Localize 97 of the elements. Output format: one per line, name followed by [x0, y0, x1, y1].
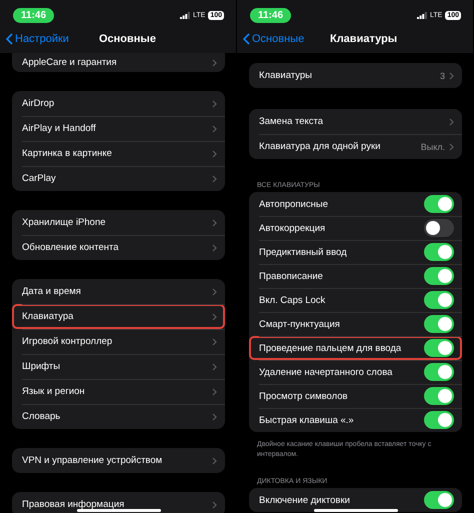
row-label: Клавиатура для одной руки: [259, 141, 380, 152]
row-label: Проведение пальцем для ввода: [259, 342, 402, 354]
chevron-icon: [212, 338, 217, 346]
toggle-switch[interactable]: [424, 291, 454, 309]
settings-row[interactable]: Шрифты: [12, 354, 225, 379]
row-label: Язык и регион: [22, 386, 85, 397]
settings-row[interactable]: CarPlay: [12, 166, 225, 191]
chevron-icon: [212, 124, 217, 132]
row-label: Обновление контента: [22, 242, 119, 253]
chevron-icon: [212, 362, 217, 370]
chevron-icon: [212, 288, 217, 296]
status-time: 11:46: [13, 8, 54, 22]
settings-row[interactable]: VPN и управление устройством: [12, 448, 225, 473]
settings-row[interactable]: Клавиатура для одной руки Выкл.: [249, 134, 462, 159]
settings-row[interactable]: Словарь: [12, 404, 225, 429]
signal-icon: [180, 12, 190, 18]
signal-icon: [416, 12, 427, 18]
settings-row[interactable]: Дата и время: [12, 279, 225, 304]
row-label: Автокоррекция: [259, 222, 326, 234]
screen-title: Основные: [98, 32, 156, 44]
row-label: Дата и время: [22, 286, 81, 297]
chevron-icon: [212, 456, 217, 464]
settings-row[interactable]: Хранилище iPhone: [12, 210, 225, 235]
row-label: Хранилище iPhone: [22, 217, 106, 228]
settings-row[interactable]: Вкл. Caps Lock: [249, 288, 462, 312]
toggle-switch[interactable]: [424, 491, 454, 509]
back-chevron-icon: [243, 32, 250, 44]
toggle-switch[interactable]: [424, 363, 454, 381]
row-label: Шрифты: [22, 361, 60, 372]
row-label: VPN и управление устройством: [22, 455, 162, 466]
settings-row[interactable]: Правописание: [249, 264, 462, 288]
chevron-icon: [212, 388, 217, 396]
toggle-switch[interactable]: [424, 219, 454, 237]
settings-row[interactable]: Смарт-пунктуация: [249, 312, 462, 336]
row-value: Выкл.: [420, 142, 445, 152]
settings-row[interactable]: Правовая информация: [12, 492, 225, 513]
row-label: Словарь: [22, 411, 60, 422]
row-value: 3: [440, 70, 445, 80]
toggle-switch[interactable]: [424, 315, 454, 333]
row-label: Включение диктовки: [259, 494, 350, 506]
row-label: Правописание: [259, 270, 323, 282]
highlighted-settings-row[interactable]: Проведение пальцем для ввода: [249, 336, 462, 360]
settings-row[interactable]: Язык и регион: [12, 379, 225, 404]
row-label: Замена текста: [259, 116, 324, 127]
status-time: 11:46: [250, 8, 292, 22]
settings-row[interactable]: Игровой контроллер: [12, 329, 225, 354]
settings-row[interactable]: AirDrop: [12, 91, 225, 116]
row-label: Быстрая клавиша «.»: [259, 414, 354, 426]
row-label: AirPlay и Handoff: [22, 123, 96, 134]
row-label: CarPlay: [22, 173, 56, 184]
row-label: AirDrop: [22, 98, 54, 109]
row-label: Правовая информация: [22, 499, 124, 510]
settings-row[interactable]: Автокоррекция: [249, 216, 462, 240]
row-label: Автопрописные: [259, 198, 328, 210]
row-label: AppleCare и гарантия: [22, 57, 117, 68]
settings-row[interactable]: Замена текста: [249, 109, 462, 134]
chevron-icon: [449, 72, 454, 80]
toggle-switch[interactable]: [424, 267, 454, 285]
chevron-icon: [212, 500, 217, 508]
settings-row[interactable]: Просмотр символов: [249, 384, 462, 408]
settings-row[interactable]: Включение диктовки: [249, 488, 462, 512]
chevron-icon: [212, 218, 217, 226]
chevron-icon: [212, 174, 217, 182]
toggle-switch[interactable]: [424, 387, 454, 405]
chevron-icon: [212, 412, 217, 420]
settings-row[interactable]: Клавиатуры 3: [249, 63, 462, 88]
settings-row[interactable]: Предиктивный ввод: [249, 240, 462, 264]
settings-row[interactable]: Обновление контента: [12, 235, 225, 260]
settings-row[interactable]: Быстрая клавиша «.»: [249, 408, 462, 432]
settings-row[interactable]: Автопрописные: [249, 192, 462, 216]
chevron-icon: [212, 312, 217, 320]
back-chevron-icon: [6, 32, 13, 44]
chevron-icon: [212, 58, 217, 66]
row-label: Просмотр символов: [259, 390, 348, 402]
row-label: Предиктивный ввод: [259, 246, 347, 258]
row-label: Игровой контроллер: [22, 336, 112, 347]
chevron-icon: [449, 118, 454, 126]
chevron-icon: [212, 244, 217, 252]
row-label: Клавиатура: [22, 311, 74, 322]
row-label: Удаление начертанного слова: [259, 366, 392, 378]
toggle-switch[interactable]: [424, 339, 454, 357]
toggle-switch[interactable]: [424, 195, 454, 213]
chevron-icon: [212, 150, 217, 158]
settings-row[interactable]: Удаление начертанного слова: [249, 360, 462, 384]
row-label: Вкл. Caps Lock: [259, 294, 326, 306]
row-label: Картинка в картинке: [22, 148, 112, 159]
highlighted-settings-row[interactable]: Клавиатура: [12, 304, 225, 329]
row-label: Смарт-пунктуация: [259, 318, 340, 330]
chevron-icon: [449, 142, 454, 150]
settings-row[interactable]: AppleCare и гарантия: [12, 53, 225, 72]
chevron-icon: [212, 100, 217, 108]
settings-row[interactable]: AirPlay и Handoff: [12, 116, 225, 141]
toggle-switch[interactable]: [424, 243, 454, 261]
settings-row[interactable]: Картинка в картинке: [12, 141, 225, 166]
screen-title: Клавиатуры: [330, 32, 398, 44]
row-label: Клавиатуры: [259, 70, 312, 81]
toggle-switch[interactable]: [424, 411, 454, 429]
